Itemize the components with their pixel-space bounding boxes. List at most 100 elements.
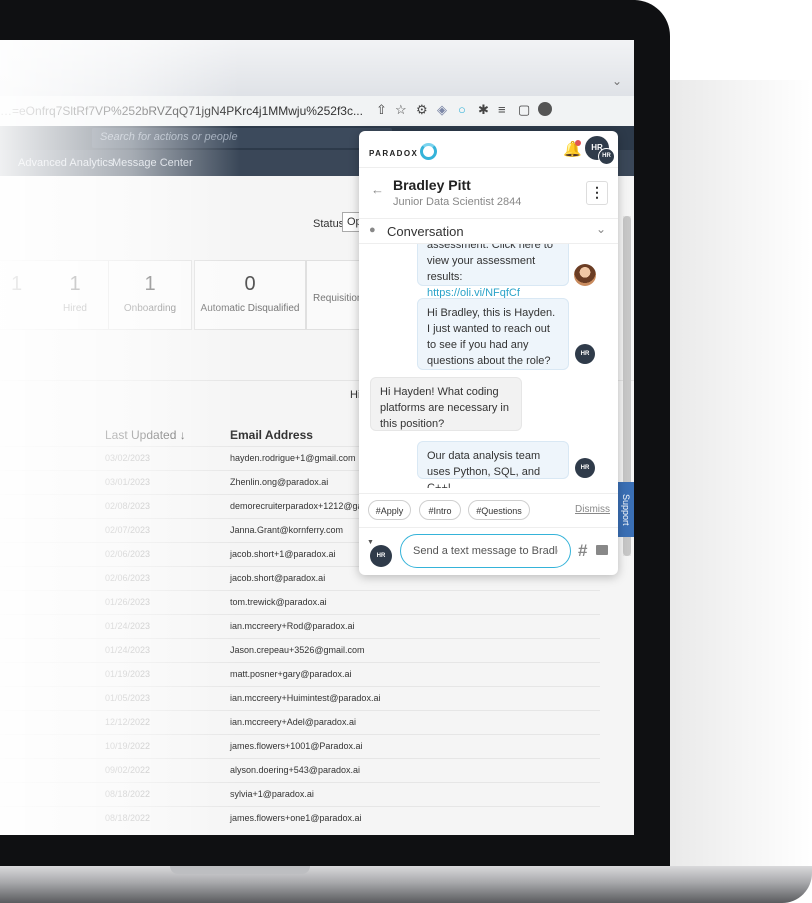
stat-value: 1 (10, 273, 23, 295)
row-email: james.flowers+one1@paradox.ai (230, 813, 362, 823)
table-row[interactable]: 01/24/2023 Jason.crepeau+3526@gmail.com (0, 638, 600, 662)
table-row[interactable]: 01/24/2023 ian.mccreery+Rod@paradox.ai (0, 614, 600, 638)
column-header-last-updated[interactable]: Last Updated ↓ (105, 428, 186, 442)
stat-card-onboarding[interactable]: 1 Onboarding (108, 260, 192, 330)
paradox-logo-ring-icon (420, 143, 438, 160)
table-row[interactable]: 12/12/2022 ian.mccreery+Adel@paradox.ai (0, 710, 600, 734)
stat-card-hired[interactable]: 1 Hired (42, 260, 108, 330)
recruiter-photo-avatar (574, 264, 596, 286)
laptop-notch (170, 866, 310, 874)
row-last-updated: 03/02/2023 (105, 453, 151, 463)
hashtag-icon[interactable]: # (578, 541, 587, 561)
row-last-updated: 01/05/2023 (105, 693, 151, 703)
reading-list-icon[interactable]: ≡ (498, 102, 506, 117)
row-last-updated: 02/06/2023 (105, 573, 151, 583)
bookmark-star-icon[interactable]: ☆ (395, 102, 407, 118)
shield-extension-icon[interactable]: ◈ (437, 102, 447, 118)
address-bar[interactable]: …=eOnfrq7SltRf7VP%252bRVZqQ71jgN4PKrc4j1… (0, 96, 634, 127)
chevron-down-icon[interactable]: ⌄ (596, 222, 606, 236)
chip-questions[interactable]: #Questions (468, 500, 530, 520)
stat-card[interactable]: 1 (0, 260, 42, 330)
row-email: tom.trewick@paradox.ai (230, 597, 327, 607)
row-email: Zhenlin.ong@paradox.ai (230, 477, 329, 487)
tab-list-chevron-icon[interactable]: ⌄ (612, 74, 622, 88)
stat-value: 1 (144, 273, 156, 295)
global-search[interactable]: Search for actions or people (92, 128, 392, 148)
column-header-email[interactable]: Email Address (230, 428, 313, 442)
stat-label: Onboarding (123, 303, 177, 314)
table-row[interactable]: 08/18/2022 sylvia+1@paradox.ai (0, 782, 600, 806)
status-label: Status (313, 218, 345, 230)
stat-value: 0 (244, 273, 256, 295)
nav-advanced-analytics[interactable]: Advanced Analytics (18, 157, 113, 169)
row-email: sylvia+1@paradox.ai (230, 789, 314, 799)
row-last-updated: 10/19/2022 (105, 741, 151, 751)
dismiss-link[interactable]: Dismiss (575, 504, 610, 515)
chip-intro[interactable]: #Intro (419, 500, 461, 520)
sender-avatar[interactable]: HR (370, 545, 392, 567)
nav-message-center[interactable]: Message Center (112, 157, 193, 169)
browser-tab-bar: ⌄ (0, 40, 634, 96)
conversation-section[interactable]: ● Conversation ⌄ (359, 219, 618, 244)
message-incoming: Hi Hayden! What coding platforms are nec… (370, 377, 522, 431)
table-row[interactable]: 01/05/2023 ian.mccreery+Huimintest@parado… (0, 686, 600, 710)
row-last-updated: 01/24/2023 (105, 621, 151, 631)
speech-bubble-icon: ● (369, 224, 376, 236)
stat-card-automatic-disqualified[interactable]: 0 Automatic Disqualified (194, 260, 306, 330)
chat-widget: PARADOX 🔔 HR HR ← Bradley Pitt Junior Da… (359, 131, 618, 575)
message-outgoing: Our data analysis team uses Python, SQL,… (417, 441, 569, 488)
table-row[interactable]: 10/19/2022 james.flowers+1001@Paradox.ai (0, 734, 600, 758)
row-last-updated: 01/19/2023 (105, 669, 151, 679)
row-last-updated: 02/08/2023 (105, 501, 151, 511)
paradox-extension-icon[interactable]: ○ (458, 102, 466, 117)
back-arrow-icon[interactable]: ← (371, 182, 384, 197)
message-input[interactable] (400, 534, 571, 568)
candidate-header: ← Bradley Pitt Junior Data Scientist 284… (359, 168, 618, 219)
row-email: demorecruiterparadox+1212@gam (230, 501, 370, 511)
image-attach-icon[interactable] (596, 545, 608, 555)
stat-label: Automatic Disqualified (200, 303, 300, 314)
quick-reply-chips: #Apply #Intro #Questions Dismiss (359, 493, 618, 526)
message-list[interactable]: assessment. Click here to view your asse… (359, 244, 618, 488)
side-panel-icon[interactable]: ▢ (518, 102, 530, 118)
puzzle-extensions-icon[interactable]: ✱ (478, 102, 489, 118)
hr-avatar: HR (575, 458, 595, 478)
paradox-logo: PARADOX (369, 143, 438, 160)
share-icon[interactable]: ⇧ (376, 102, 387, 118)
table-row[interactable]: 09/02/2022 alyson.doering+543@paradox.ai (0, 758, 600, 782)
stat-card-requisition[interactable]: Requisition (306, 260, 366, 330)
row-last-updated: 12/12/2022 (105, 717, 151, 727)
row-last-updated: 01/26/2023 (105, 597, 151, 607)
settings-extension-icon[interactable]: ⚙ (416, 102, 428, 118)
candidate-name[interactable]: Bradley Pitt (393, 177, 471, 193)
stat-value: 1 (69, 273, 81, 295)
url-text[interactable]: …=eOnfrq7SltRf7VP%252bRVZqQ71jgN4PKrc4j1… (0, 104, 363, 118)
notification-dot (575, 140, 581, 146)
user-avatar-badge: HR (598, 148, 615, 165)
paradox-logo-text: PARADOX (369, 149, 419, 158)
row-email: ian.mccreery+Rod@paradox.ai (230, 621, 355, 631)
row-last-updated: 02/06/2023 (105, 549, 151, 559)
row-last-updated: 08/18/2022 (105, 789, 151, 799)
row-last-updated: 03/01/2023 (105, 477, 151, 487)
laptop-base (0, 866, 812, 903)
row-email: jacob.short+1@paradox.ai (230, 549, 336, 559)
message-outgoing: Hi Bradley, this is Hayden. I just wante… (417, 298, 569, 370)
more-options-icon[interactable]: ⋮ (586, 181, 608, 205)
row-email: matt.posner+gary@paradox.ai (230, 669, 352, 679)
support-tab[interactable]: Support (618, 482, 634, 537)
table-row[interactable]: 08/18/2022 james.flowers+one1@paradox.ai (0, 806, 600, 830)
row-email: ian.mccreery+Huimintest@paradox.ai (230, 693, 381, 703)
chip-apply[interactable]: #Apply (368, 500, 411, 520)
table-row[interactable]: 01/26/2023 tom.trewick@paradox.ai (0, 590, 600, 614)
row-last-updated: 08/18/2022 (105, 813, 151, 823)
conversation-label: Conversation (387, 224, 464, 239)
row-email: ian.mccreery+Adel@paradox.ai (230, 717, 356, 727)
row-email: hayden.rodrigue+1@gmail.com (230, 453, 356, 463)
row-email: jacob.short@paradox.ai (230, 573, 326, 583)
table-row[interactable]: 01/19/2023 matt.posner+gary@paradox.ai (0, 662, 600, 686)
row-last-updated: 09/02/2022 (105, 765, 151, 775)
profile-avatar-icon[interactable] (538, 102, 552, 116)
row-email: Jason.crepeau+3526@gmail.com (230, 645, 365, 655)
caret-down-icon[interactable]: ▼ (367, 539, 374, 546)
